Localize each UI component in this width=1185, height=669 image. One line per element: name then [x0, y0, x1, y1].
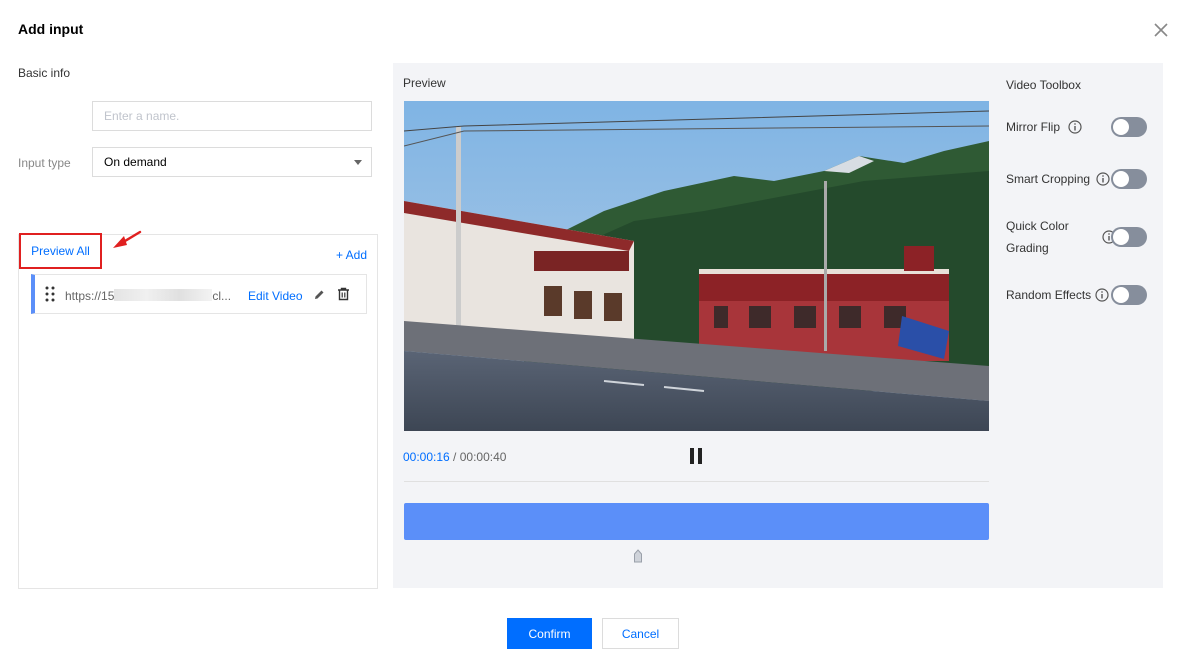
add-input-link[interactable]: + Add — [336, 248, 367, 262]
preview-all-button[interactable]: Preview All — [19, 233, 102, 269]
caret-down-icon — [354, 160, 362, 165]
pause-icon[interactable] — [689, 447, 703, 465]
tool-smart-cropping: Smart Cropping — [1006, 168, 1156, 190]
video-url-prefix: https://15 — [65, 289, 115, 303]
dialog-title: Add input — [18, 21, 84, 37]
video-player[interactable] — [404, 101, 989, 431]
edit-video-link[interactable]: Edit Video — [248, 289, 303, 303]
video-list-item[interactable]: https://15 cl... Edit Video — [31, 274, 367, 314]
quick-color-grading-toggle[interactable] — [1111, 227, 1147, 247]
input-list-panel: Preview All + Add https://15 cl... Edit V… — [18, 233, 378, 589]
video-url: https://15 cl... — [65, 289, 231, 303]
basic-info-label: Basic info — [18, 66, 71, 80]
preview-panel: Preview 00:00:16 / 00:00:40 Video Toolbo… — [393, 63, 1163, 588]
smart-cropping-toggle[interactable] — [1111, 169, 1147, 189]
annotation-arrow-icon — [113, 230, 142, 248]
close-icon[interactable] — [1152, 21, 1170, 39]
tool-random-effects: Random Effects — [1006, 284, 1156, 306]
trash-icon[interactable] — [337, 287, 350, 301]
video-frame-image — [404, 101, 989, 431]
video-url-suffix: cl... — [212, 289, 232, 303]
drag-handle-icon[interactable] — [45, 286, 55, 302]
timeline-scrubber-icon[interactable] — [633, 549, 643, 563]
mirror-flip-toggle[interactable] — [1111, 117, 1147, 137]
name-input[interactable] — [92, 101, 372, 131]
info-icon[interactable] — [1068, 120, 1082, 134]
add-input-dialog: Add input Basic info Input type On deman… — [0, 0, 1185, 669]
tool-quick-color-grading: Quick Color Grading — [1006, 215, 1156, 259]
input-type-value: On demand — [104, 155, 167, 169]
divider — [404, 481, 989, 482]
tool-mirror-flip: Mirror Flip — [1006, 116, 1156, 138]
info-icon[interactable] — [1096, 172, 1110, 186]
pencil-icon[interactable] — [313, 288, 326, 301]
info-icon[interactable] — [1095, 288, 1109, 302]
input-type-select[interactable]: On demand — [92, 147, 372, 177]
playback-time: 00:00:16 / 00:00:40 — [403, 450, 506, 464]
total-time: 00:00:40 — [459, 450, 507, 464]
time-separator: / — [449, 450, 460, 464]
video-toolbox-title: Video Toolbox — [1006, 78, 1081, 92]
cancel-button[interactable]: Cancel — [602, 618, 679, 649]
url-redaction — [114, 289, 213, 301]
timeline-track[interactable] — [404, 503, 989, 540]
confirm-button[interactable]: Confirm — [507, 618, 592, 649]
preview-label: Preview — [403, 76, 446, 90]
input-type-label: Input type — [18, 156, 71, 170]
random-effects-toggle[interactable] — [1111, 285, 1147, 305]
current-time: 00:00:16 — [403, 450, 450, 464]
